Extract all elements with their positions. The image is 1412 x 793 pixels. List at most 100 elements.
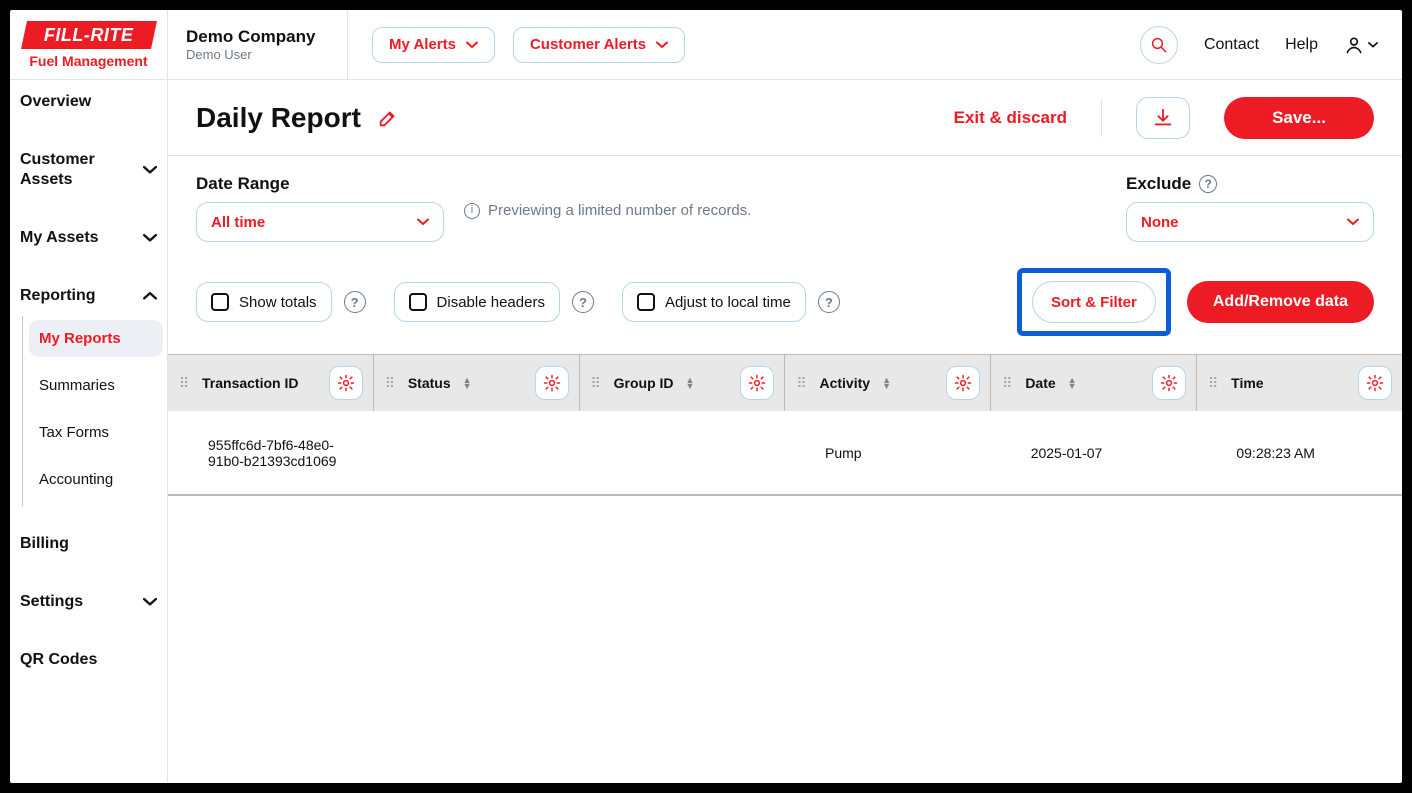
sort-toggle[interactable]: ▲▼ bbox=[463, 377, 472, 389]
topbar-right: Contact Help bbox=[1140, 26, 1402, 64]
company-block: Demo Company Demo User bbox=[168, 10, 348, 80]
user-menu[interactable] bbox=[1344, 35, 1378, 55]
help-icon[interactable]: ? bbox=[572, 291, 594, 313]
gear-icon bbox=[748, 374, 766, 392]
date-range-select[interactable]: All time bbox=[196, 202, 444, 242]
chevron-down-icon bbox=[1347, 216, 1359, 228]
chevron-down-icon bbox=[1368, 40, 1378, 50]
sidebar-item-customer-assets[interactable]: Customer Assets bbox=[14, 140, 163, 200]
table-head: ⠿ Transaction ID ⠿ Status ▲▼ bbox=[168, 355, 1402, 411]
reporting-subnav: My Reports Summaries Tax Forms Accountin… bbox=[22, 316, 163, 506]
title-row: Daily Report Exit & discard Save... bbox=[168, 80, 1402, 156]
contact-link[interactable]: Contact bbox=[1204, 36, 1259, 54]
sidebar-item-accounting[interactable]: Accounting bbox=[29, 461, 163, 498]
sidebar: Overview Customer Assets My Assets Repor… bbox=[10, 80, 168, 783]
adjust-local-time-checkbox[interactable] bbox=[637, 293, 655, 311]
sort-filter-button[interactable]: Sort & Filter bbox=[1032, 281, 1156, 323]
show-totals-pill: Show totals bbox=[196, 282, 332, 322]
sort-filter-highlight: Sort & Filter bbox=[1017, 268, 1171, 336]
sort-toggle[interactable]: ▲▼ bbox=[1068, 377, 1077, 389]
customer-alerts-button[interactable]: Customer Alerts bbox=[513, 27, 685, 63]
sidebar-item-tax-forms[interactable]: Tax Forms bbox=[29, 414, 163, 451]
disable-headers-group: Disable headers ? bbox=[394, 282, 594, 322]
help-link[interactable]: Help bbox=[1285, 36, 1318, 54]
th-label: Transaction ID bbox=[202, 375, 298, 391]
my-alerts-button[interactable]: My Alerts bbox=[372, 27, 495, 63]
th-label: Date bbox=[1025, 375, 1055, 391]
chevron-down-icon bbox=[143, 163, 157, 177]
search-icon bbox=[1150, 36, 1168, 54]
disable-headers-pill: Disable headers bbox=[394, 282, 560, 322]
cell-activity: Pump bbox=[785, 431, 991, 475]
help-icon[interactable]: ? bbox=[818, 291, 840, 313]
sidebar-item-my-assets[interactable]: My Assets bbox=[14, 218, 163, 258]
gear-icon bbox=[337, 374, 355, 392]
sidebar-item-overview[interactable]: Overview bbox=[14, 82, 163, 122]
chevron-up-icon bbox=[143, 289, 157, 303]
cell-status bbox=[374, 439, 580, 467]
sidebar-item-label: Settings bbox=[20, 592, 83, 612]
th-group-id: ⠿ Group ID ▲▼ bbox=[580, 355, 786, 411]
chevron-down-icon bbox=[143, 231, 157, 245]
alerts-group: My Alerts Customer Alerts bbox=[348, 27, 709, 63]
th-label: Group ID bbox=[614, 375, 674, 391]
brand: FILL-RITE Fuel Management bbox=[10, 10, 168, 80]
save-button[interactable]: Save... bbox=[1224, 97, 1374, 139]
adjust-local-time-group: Adjust to local time ? bbox=[622, 282, 840, 322]
adjust-local-time-label: Adjust to local time bbox=[665, 294, 791, 311]
edit-title-button[interactable] bbox=[377, 107, 399, 129]
column-settings-button[interactable] bbox=[740, 366, 774, 400]
sidebar-item-reporting[interactable]: Reporting bbox=[14, 276, 163, 316]
brand-name: FILL-RITE bbox=[44, 24, 133, 45]
date-range-label: Date Range bbox=[196, 174, 444, 194]
preview-note: i Previewing a limited number of records… bbox=[464, 202, 751, 219]
sidebar-item-label: Reporting bbox=[20, 286, 96, 306]
sort-toggle[interactable]: ▲▼ bbox=[686, 377, 695, 389]
company-name: Demo Company bbox=[186, 27, 329, 47]
sidebar-item-label: Customer Assets bbox=[20, 150, 143, 190]
exclude-field: Exclude ? None bbox=[1126, 174, 1374, 242]
search-button[interactable] bbox=[1140, 26, 1178, 64]
disable-headers-label: Disable headers bbox=[437, 294, 545, 311]
th-time: ⠿ Time bbox=[1197, 355, 1402, 411]
sidebar-item-qr-codes[interactable]: QR Codes bbox=[14, 640, 163, 680]
help-icon[interactable]: ? bbox=[344, 291, 366, 313]
column-settings-button[interactable] bbox=[535, 366, 569, 400]
show-totals-checkbox[interactable] bbox=[211, 293, 229, 311]
page-title: Daily Report bbox=[196, 102, 361, 134]
show-totals-label: Show totals bbox=[239, 294, 317, 311]
drag-handle-icon[interactable]: ⠿ bbox=[178, 375, 192, 392]
add-remove-data-button[interactable]: Add/Remove data bbox=[1187, 281, 1374, 323]
download-icon bbox=[1152, 107, 1174, 129]
exclude-label-text: Exclude bbox=[1126, 174, 1191, 194]
exclude-select[interactable]: None bbox=[1126, 202, 1374, 242]
column-settings-button[interactable] bbox=[1152, 366, 1186, 400]
column-settings-button[interactable] bbox=[946, 366, 980, 400]
column-settings-button[interactable] bbox=[1358, 366, 1392, 400]
disable-headers-checkbox[interactable] bbox=[409, 293, 427, 311]
sidebar-item-settings[interactable]: Settings bbox=[14, 582, 163, 622]
column-settings-button[interactable] bbox=[329, 366, 363, 400]
help-icon[interactable]: ? bbox=[1199, 175, 1217, 193]
drag-handle-icon[interactable]: ⠿ bbox=[590, 375, 604, 392]
chevron-down-icon bbox=[143, 595, 157, 609]
sidebar-item-summaries[interactable]: Summaries bbox=[29, 367, 163, 404]
th-status: ⠿ Status ▲▼ bbox=[374, 355, 580, 411]
drag-handle-icon[interactable]: ⠿ bbox=[384, 375, 398, 392]
preview-note-text: Previewing a limited number of records. bbox=[488, 202, 751, 219]
date-range-field: Date Range All time bbox=[196, 174, 444, 242]
show-totals-group: Show totals ? bbox=[196, 282, 366, 322]
divider bbox=[1101, 99, 1102, 137]
cell-transaction-id: 955ffc6d-7bf6-48e0-91b0-b21393cd1069 bbox=[168, 423, 374, 483]
drag-handle-icon[interactable]: ⠿ bbox=[795, 375, 809, 392]
drag-handle-icon[interactable]: ⠿ bbox=[1001, 375, 1015, 392]
download-button[interactable] bbox=[1136, 97, 1190, 139]
cell-group-id bbox=[579, 439, 785, 467]
exit-discard-button[interactable]: Exit & discard bbox=[954, 108, 1067, 128]
sort-toggle[interactable]: ▲▼ bbox=[882, 377, 891, 389]
drag-handle-icon[interactable]: ⠿ bbox=[1207, 375, 1221, 392]
chevron-down-icon bbox=[656, 39, 668, 51]
sidebar-item-my-reports[interactable]: My Reports bbox=[29, 320, 163, 357]
app-frame: FILL-RITE Fuel Management Demo Company D… bbox=[10, 10, 1402, 783]
sidebar-item-billing[interactable]: Billing bbox=[14, 524, 163, 564]
